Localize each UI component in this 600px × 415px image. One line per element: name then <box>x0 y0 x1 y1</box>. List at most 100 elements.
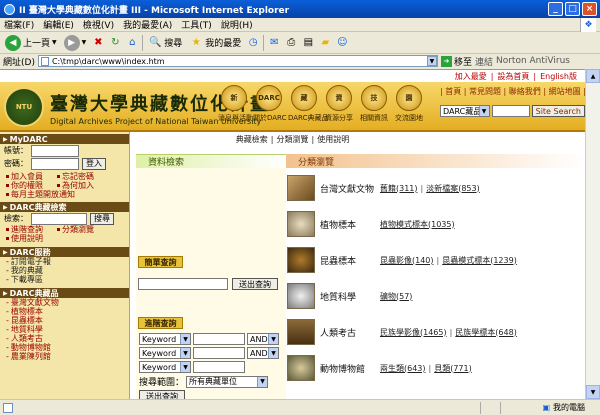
mail-icon[interactable]: ✉ <box>267 36 281 50</box>
account-label: 帳號： <box>4 146 28 155</box>
home-icon[interactable]: ⌂ <box>125 36 139 50</box>
menu-tools[interactable]: 工具(T) <box>181 18 212 31</box>
set-homepage-link[interactable]: 設為首頁 <box>497 71 529 82</box>
messenger-icon[interactable]: ☺ <box>335 36 349 50</box>
nav-about[interactable]: DARC 關於DARC <box>253 85 286 123</box>
edit-icon[interactable]: ▤ <box>301 36 315 50</box>
query-tab[interactable]: 資料檢索 <box>136 154 286 168</box>
folder-icon[interactable]: ▰ <box>318 36 332 50</box>
scroll-up-icon[interactable]: ▲ <box>586 69 600 83</box>
category-link[interactable]: 植物模式標本(1035) <box>380 220 455 229</box>
site-search-button[interactable]: Site Search <box>531 105 585 117</box>
nav-news[interactable]: 新消息與活動 <box>218 85 253 123</box>
bullet-icon <box>6 184 9 187</box>
stop-icon[interactable]: ✖ <box>91 36 105 50</box>
category-link[interactable]: 舊籍(311) <box>380 184 418 193</box>
plant-thumbnail[interactable] <box>287 211 315 237</box>
category-link[interactable]: 昆蟲影像(140) <box>380 256 434 265</box>
header-links[interactable]: | 首頁 | 常見問題 | 聯絡我們 | 網站地圖 | <box>440 86 585 97</box>
account-input[interactable] <box>31 144 79 157</box>
ie-logo-icon <box>4 3 15 15</box>
category-row: 地質科學 礦物(57) <box>286 279 585 313</box>
category-link[interactable]: 民族學標本(648) <box>455 328 517 337</box>
category-browse-link[interactable]: 分類瀏覽 <box>51 225 94 234</box>
sidebar-search-button[interactable]: 搜尋 <box>90 212 114 225</box>
login-button[interactable]: 登入 <box>82 157 106 170</box>
ntu-logo[interactable]: NTU <box>4 87 44 127</box>
category-row: 動物博物館 兩生類(643) | 貝類(771) <box>286 351 585 385</box>
category-link[interactable]: 兩生類(643) <box>380 364 426 373</box>
category-row: 人類考古 民族學影像(1465) | 民族學標本(648) <box>286 315 585 349</box>
window-title-bar[interactable]: II 臺灣大學典藏數位化計畫 III - Microsoft Internet … <box>0 0 600 18</box>
menu-view[interactable]: 檢視(V) <box>83 18 114 31</box>
category-link[interactable]: 淡新檔案(853) <box>426 184 480 193</box>
chevron-down-icon[interactable]: ▼ <box>426 56 437 66</box>
category-link[interactable]: 礦物(57) <box>380 292 412 301</box>
monthly-theme-link[interactable]: 每月主題開放通知 <box>0 190 129 199</box>
nav-related[interactable]: 技相關資訊 <box>358 85 390 123</box>
simple-query-submit[interactable]: 送出查詢 <box>232 278 278 290</box>
query-panel: 資料檢索 簡單查詢 送出查詢 進階查詢 Keyword ▼ AND ▼ Keywor… <box>136 154 286 399</box>
maximize-button[interactable]: □ <box>565 2 580 16</box>
field-input-3[interactable] <box>193 361 245 373</box>
nav-forum[interactable]: 園交流園地 <box>393 85 425 123</box>
add-favorite-link[interactable]: 加入最愛 <box>455 71 487 82</box>
site-search-input[interactable] <box>491 105 530 117</box>
site-search-select[interactable]: DARC藏品 ▼ <box>440 105 490 117</box>
menu-edit[interactable]: 編輯(E) <box>43 18 74 31</box>
documents-thumbnail[interactable] <box>287 175 315 201</box>
related-icon: 技 <box>361 85 387 111</box>
operator-select-1[interactable]: AND ▼ <box>247 333 279 345</box>
advanced-query-submit[interactable]: 送出查詢 <box>139 390 185 399</box>
category-link[interactable]: 貝類(771) <box>434 364 472 373</box>
english-link[interactable]: English版 <box>540 71 577 82</box>
vertical-scrollbar[interactable]: ▲ ▼ <box>585 69 600 399</box>
history-icon[interactable]: ◷ <box>246 36 260 50</box>
simple-query-input[interactable] <box>138 278 228 290</box>
operator-select-2[interactable]: AND ▼ <box>247 347 279 359</box>
menu-file[interactable]: 檔案(F) <box>4 18 34 31</box>
search-button[interactable]: 🔍 搜尋 <box>146 33 184 53</box>
nav-collection[interactable]: 藏 DARC典藏品 <box>288 85 328 123</box>
print-icon[interactable]: ⎙ <box>284 36 298 50</box>
menu-help[interactable]: 說明(H) <box>221 18 253 31</box>
minimize-button[interactable]: _ <box>548 2 563 16</box>
toolbar-divider <box>142 34 144 51</box>
close-button[interactable]: × <box>582 2 597 16</box>
subnav-help[interactable]: 使用說明 <box>317 134 349 145</box>
field-input-2[interactable] <box>193 347 245 359</box>
geology-thumbnail[interactable] <box>287 283 315 309</box>
category-link[interactable]: 民族學影像(1465) <box>380 328 447 337</box>
forward-button[interactable]: ▶ ▼ <box>62 33 89 53</box>
sidebar-search-input[interactable] <box>31 212 87 225</box>
links-label[interactable]: 連結 <box>475 55 493 68</box>
go-button[interactable]: ➜ 移至 <box>440 55 472 68</box>
category-link[interactable]: 昆蟲模式標本(1239) <box>442 256 517 265</box>
subnav-search[interactable]: 典藏檢索 <box>236 134 268 145</box>
favorites-button[interactable]: ★ 我的最愛 <box>187 33 243 53</box>
collection-item[interactable]: - 農業陳列館 <box>0 352 129 361</box>
service-item[interactable]: - 下載專區 <box>0 275 129 284</box>
darc-icon: DARC <box>256 85 282 111</box>
zoology-thumbnail[interactable] <box>287 355 315 381</box>
subnav-browse[interactable]: 分類瀏覽 <box>277 134 309 145</box>
field-select-2[interactable]: Keyword ▼ <box>139 347 191 359</box>
usage-help-link[interactable]: 使用說明 <box>0 234 129 243</box>
norton-antivirus[interactable]: Norton AntiVirus <box>496 56 570 66</box>
back-button[interactable]: ◀ 上一頁 ▼ <box>3 33 59 53</box>
bullet-icon <box>57 228 60 231</box>
password-input[interactable] <box>31 157 79 170</box>
insect-thumbnail[interactable] <box>287 247 315 273</box>
field-select-3[interactable]: Keyword ▼ <box>139 361 191 373</box>
menu-favorites[interactable]: 我的最愛(A) <box>123 18 172 31</box>
address-input[interactable]: C:\tmp\darc\www\index.htm ▼ <box>37 55 438 67</box>
archaeology-thumbnail[interactable] <box>287 319 315 345</box>
field-select-1[interactable]: Keyword ▼ <box>139 333 191 345</box>
scroll-down-icon[interactable]: ▼ <box>586 385 600 399</box>
refresh-icon[interactable]: ↻ <box>108 36 122 50</box>
scope-select[interactable]: 所有典藏單位 ▼ <box>186 375 269 388</box>
account-row: 帳號： <box>0 144 129 157</box>
category-tab[interactable]: 分類瀏覽 <box>286 154 585 168</box>
field-input-1[interactable] <box>193 333 245 345</box>
nav-resources[interactable]: 資資源分享 <box>323 85 355 123</box>
